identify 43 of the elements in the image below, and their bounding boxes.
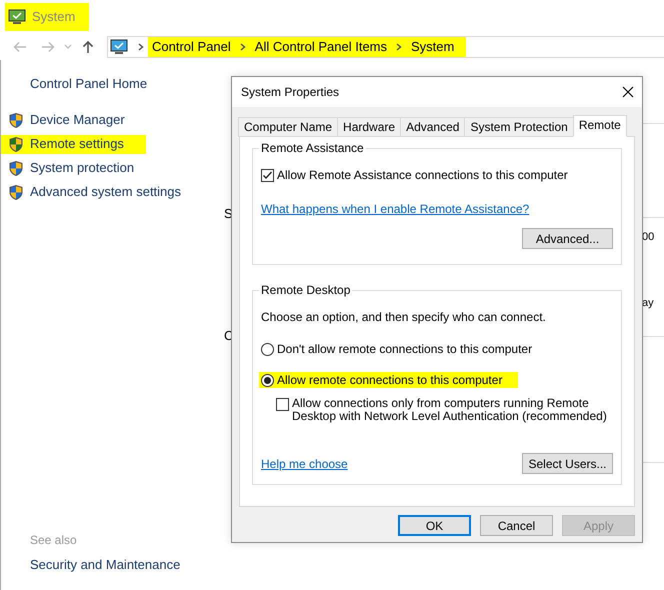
dialog-button[interactable]: OK — [398, 515, 471, 536]
see-also-heading: See also — [30, 532, 78, 548]
address-bar[interactable]: Control Panel All Control Panel Items System — [107, 36, 664, 58]
radio-label: Don't allow remote connections to this computer — [277, 341, 532, 358]
up-arrow-icon[interactable] — [82, 40, 94, 54]
shield-icon — [8, 184, 24, 200]
sidebar-link[interactable]: Device Manager — [30, 110, 125, 130]
shield-icon — [8, 112, 24, 128]
select-users-button[interactable]: Select Users... — [522, 453, 613, 474]
checkbox-label: Allow connections only from computers running Remote Desktop with Network Level Authentication (recommended) — [292, 397, 608, 423]
help-link[interactable]: What happens when I enable Remote Assistance? — [261, 200, 530, 218]
monitor-icon — [110, 39, 128, 55]
radio-label: Allow remote connections to this computer — [277, 372, 502, 389]
see-also-link[interactable]: Security and Maintenance — [30, 554, 222, 574]
breadcrumb-link[interactable]: System — [411, 37, 454, 57]
dialog-button[interactable]: Cancel — [480, 515, 553, 536]
help-link[interactable]: Help me choose — [261, 454, 348, 472]
control-panel-home-link[interactable]: Control Panel Home — [30, 74, 222, 94]
dialog-title: System Properties — [241, 84, 340, 101]
advanced-button[interactable]: Advanced... — [522, 228, 613, 249]
group-title: Remote Assistance — [259, 141, 366, 155]
radio-button[interactable] — [261, 342, 274, 356]
chevron-icon — [138, 43, 144, 51]
group-title: Remote Desktop — [259, 283, 352, 297]
sidebar-link[interactable]: Advanced system settings — [30, 182, 182, 202]
checkbox[interactable] — [261, 168, 274, 182]
chevron-icon — [240, 43, 246, 51]
instruction-text: Choose an option, and then specify who can connect. — [261, 309, 547, 326]
checkbox[interactable] — [276, 398, 289, 411]
monitor-icon — [8, 9, 26, 25]
shield-icon — [8, 160, 24, 176]
close-icon[interactable] — [622, 86, 634, 98]
tab[interactable]: Remote — [572, 115, 627, 137]
chevron-icon — [396, 43, 402, 51]
breadcrumb-link[interactable]: Control Panel — [152, 37, 231, 57]
window-title: System — [5, 3, 90, 31]
breadcrumb-link[interactable]: All Control Panel Items — [254, 37, 388, 57]
background-text: ay — [642, 296, 655, 310]
tab[interactable]: Computer Name — [238, 117, 338, 137]
shield-icon — [8, 136, 24, 152]
radio-button[interactable] — [261, 374, 274, 386]
checkbox-label: Allow Remote Assistance connections to this computer — [277, 167, 568, 184]
sidebar-link[interactable]: System protection — [30, 158, 134, 178]
